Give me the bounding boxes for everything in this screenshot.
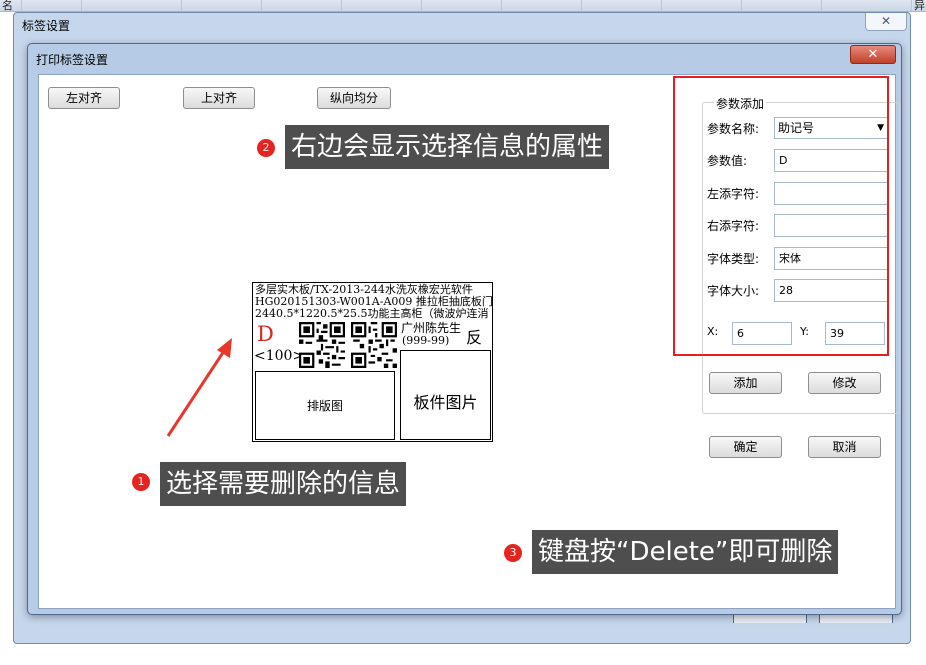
label-side-field[interactable]: 反: [466, 324, 482, 348]
parameter-panel-highlight: [673, 76, 889, 356]
label-phone-field[interactable]: (999-99): [402, 335, 449, 347]
modify-button[interactable]: 修改: [808, 372, 881, 394]
background-column-header: [582, 0, 662, 11]
background-column-header: [662, 0, 742, 11]
background-column-header: [182, 0, 262, 11]
annotation-callout-1: 选择需要删除的信息: [160, 462, 407, 506]
background-column-header: [82, 0, 182, 11]
pointer-arrow-icon: [166, 338, 232, 437]
dialog-title: 打印标签设置: [36, 53, 109, 67]
background-column-header: 名称: [0, 0, 22, 11]
ok-button[interactable]: 确定: [709, 436, 782, 458]
label-quantity-field[interactable]: <100>: [254, 348, 304, 364]
label-preview[interactable]: 多层实木板/TX-2013-244水洗灰橡宏光软件 HG020151303-W0…: [252, 282, 493, 442]
dialog-close-button[interactable]: ✕: [850, 45, 896, 64]
background-column-header: [822, 0, 912, 11]
window-close-button[interactable]: ✕: [865, 13, 907, 31]
background-column-header: [22, 0, 82, 11]
qr-code-icon[interactable]: [299, 322, 345, 368]
align-top-button[interactable]: 上对齐: [183, 87, 255, 109]
panel-image-box[interactable]: 板件图片: [400, 350, 491, 440]
step-badge-3: 3: [504, 544, 522, 562]
background-column-header: [262, 0, 342, 11]
layout-diagram-text: 排版图: [306, 399, 343, 413]
close-icon: ✕: [880, 14, 892, 28]
window-title: 标签设置: [22, 19, 71, 33]
background-column-header: [422, 0, 502, 11]
cancel-button[interactable]: 取消: [808, 436, 881, 458]
step-badge-1: 1: [132, 473, 150, 491]
label-code-field[interactable]: D: [257, 323, 274, 345]
background-app-header: 名称 异: [0, 0, 926, 12]
label-line-dimensions[interactable]: 2440.5*1220.5*25.5功能主高柜（微波炉连消: [255, 308, 488, 320]
background-column-header: [502, 0, 582, 11]
align-left-button[interactable]: 左对齐: [48, 87, 120, 109]
distribute-vertical-button[interactable]: 纵向均分: [317, 87, 391, 109]
background-column-header: 异: [914, 0, 925, 12]
background-column-header: [342, 0, 422, 11]
background-column-header: [742, 0, 822, 11]
step-badge-2: 2: [257, 139, 275, 157]
close-icon: ✕: [867, 47, 879, 62]
qr-code-icon[interactable]: [351, 322, 397, 368]
add-button[interactable]: 添加: [709, 372, 782, 394]
annotation-callout-3: 键盘按“Delete”即可删除: [532, 530, 839, 574]
layout-diagram-box[interactable]: 排版图: [255, 371, 395, 440]
annotation-callout-2: 右边会显示选择信息的属性: [285, 125, 610, 169]
panel-image-text: 板件图片: [413, 393, 478, 412]
